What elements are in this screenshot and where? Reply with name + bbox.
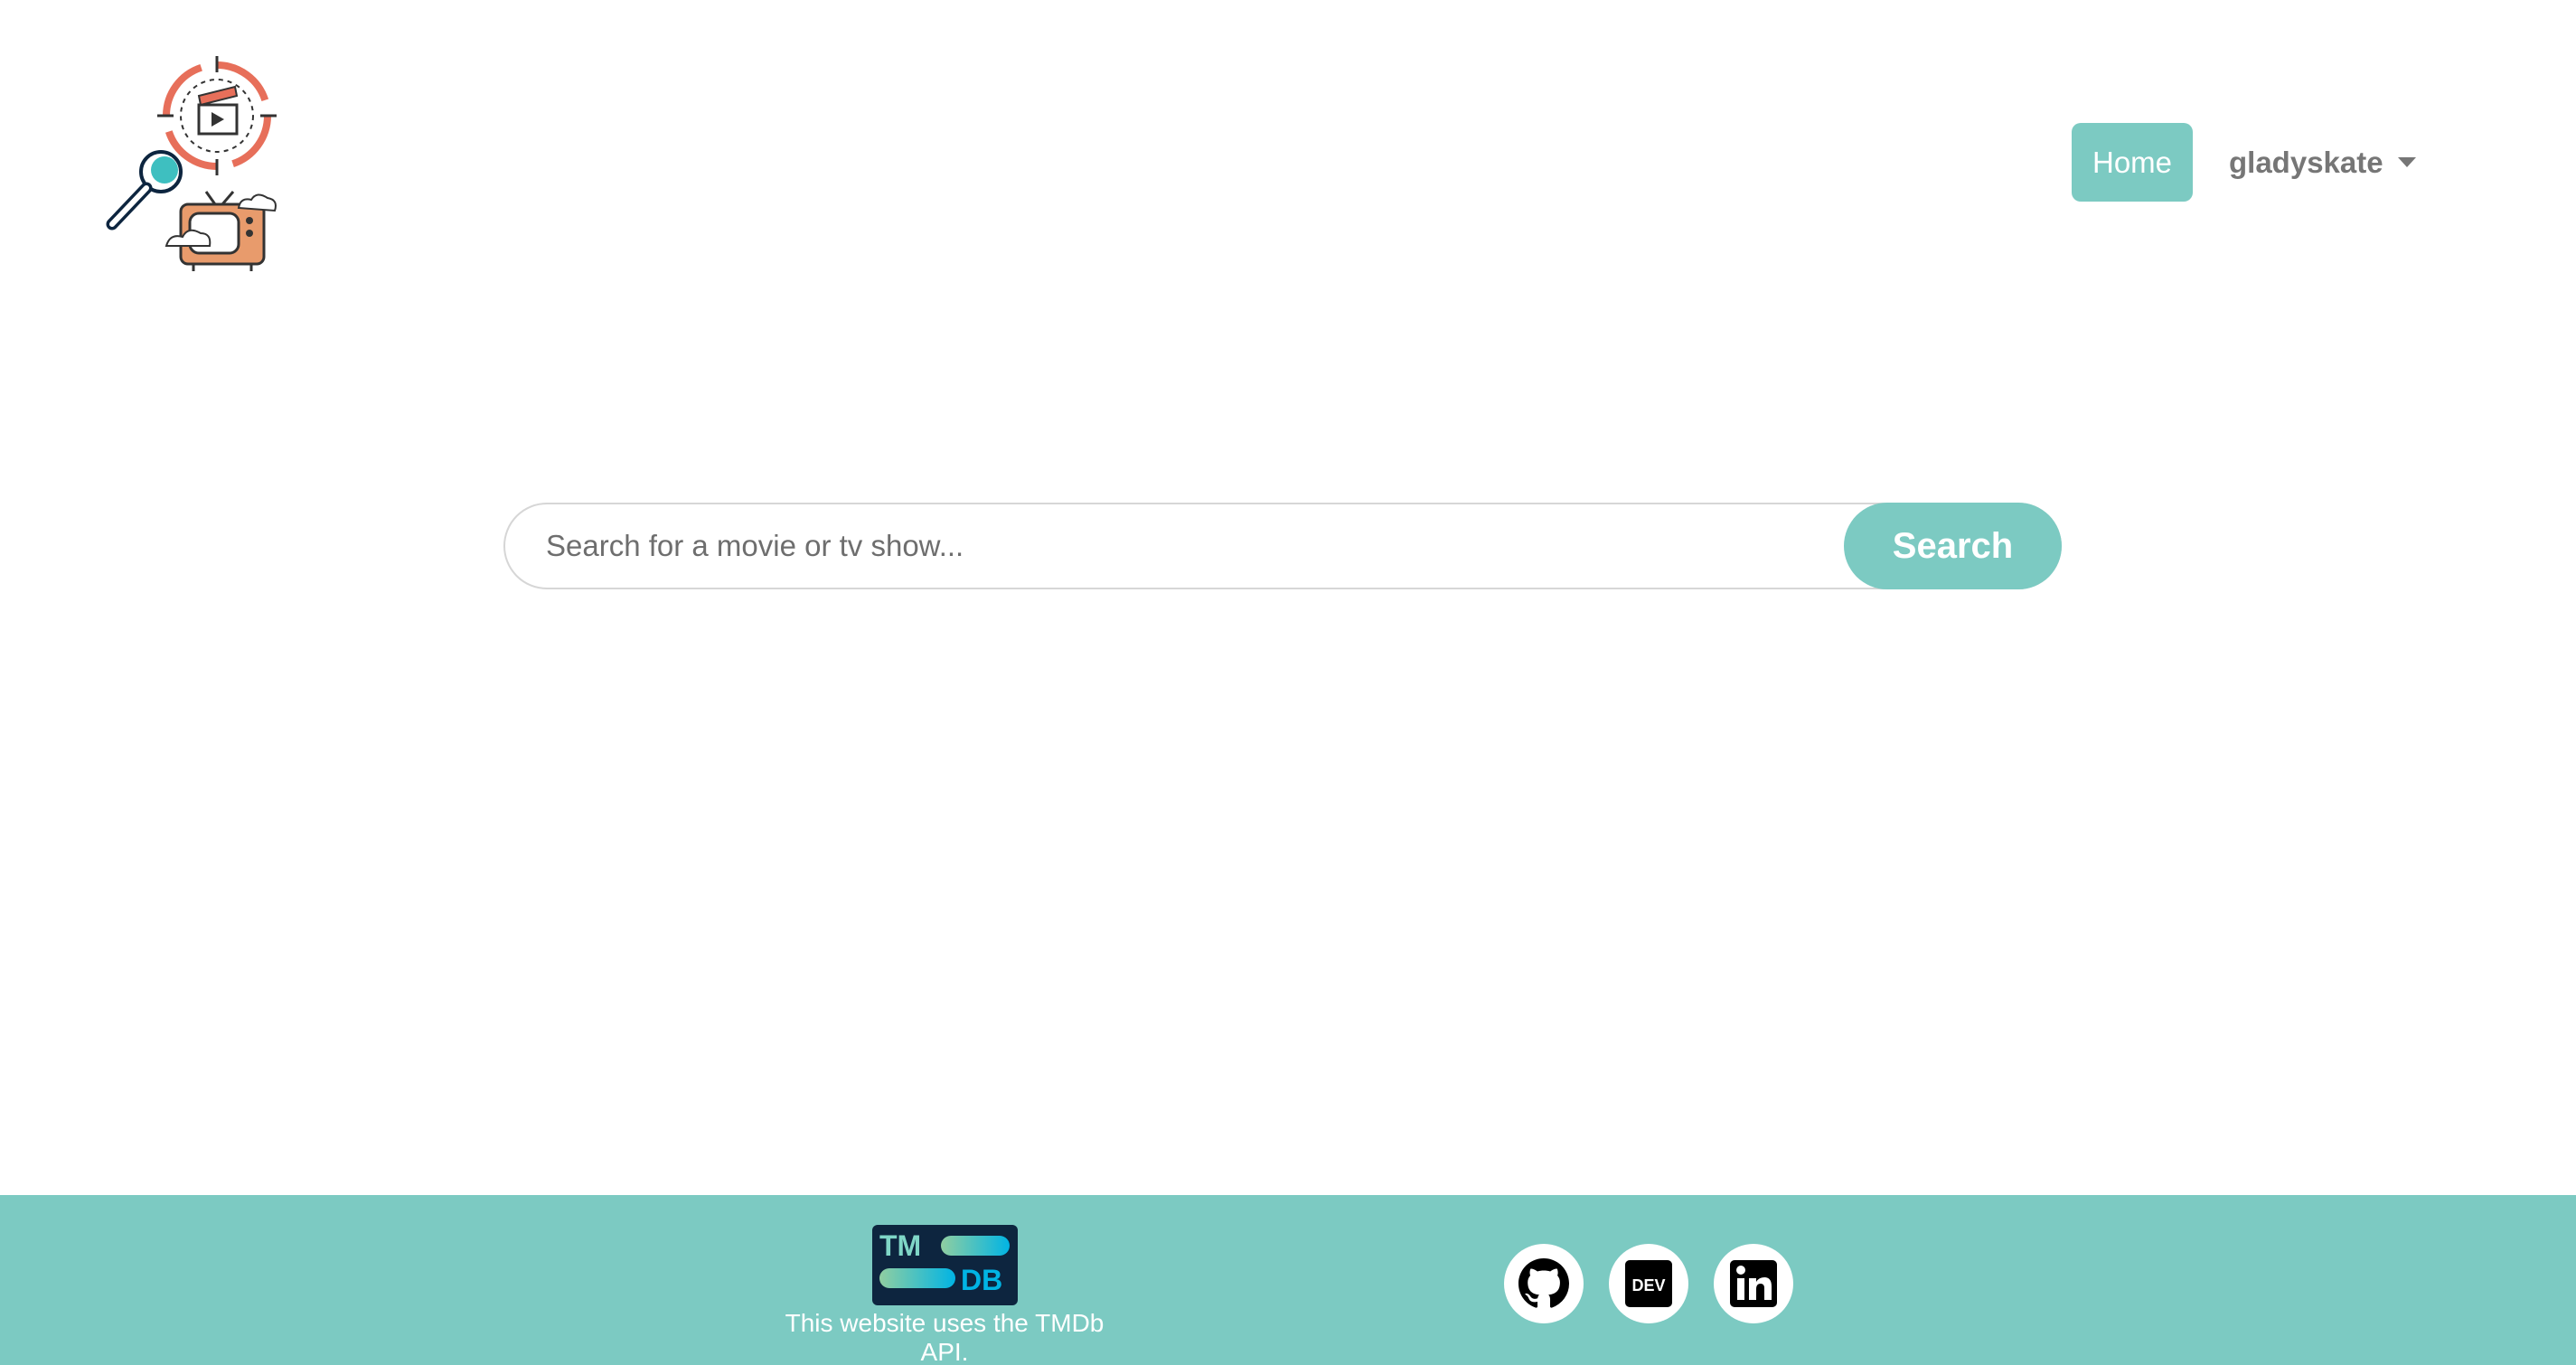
svg-text:DEV: DEV (1631, 1276, 1665, 1294)
dev-link[interactable]: DEV (1609, 1244, 1688, 1323)
top-nav: Home gladyskate (2072, 123, 2416, 202)
linkedin-icon (1730, 1260, 1777, 1307)
search-bar: Search (503, 503, 2062, 589)
github-icon (1518, 1258, 1569, 1308)
search-button[interactable]: Search (1844, 503, 2062, 589)
search-input[interactable] (505, 504, 2060, 588)
logo-illustration (106, 56, 277, 271)
page: Home gladyskate Search TM DB (0, 0, 2576, 1365)
tmdb-logo[interactable]: TM DB (872, 1225, 1018, 1305)
footer: TM DB This website uses the TMDb API. DE… (0, 1195, 2576, 1365)
site-logo[interactable] (99, 56, 280, 271)
github-link[interactable] (1504, 1244, 1584, 1323)
tmdb-attribution: This website uses the TMDb API. (785, 1309, 1105, 1365)
svg-text:DB: DB (961, 1264, 1002, 1296)
tmdb-logo-graphic: TM DB (879, 1229, 1010, 1296)
svg-text:TM: TM (879, 1229, 921, 1262)
home-button[interactable]: Home (2072, 123, 2193, 202)
social-links: DEV (1504, 1244, 1793, 1323)
user-menu-dropdown[interactable]: gladyskate (2229, 146, 2416, 180)
dev-icon: DEV (1625, 1260, 1672, 1307)
linkedin-link[interactable] (1714, 1244, 1793, 1323)
caret-down-icon (2397, 157, 2416, 167)
username-label: gladyskate (2229, 145, 2383, 179)
